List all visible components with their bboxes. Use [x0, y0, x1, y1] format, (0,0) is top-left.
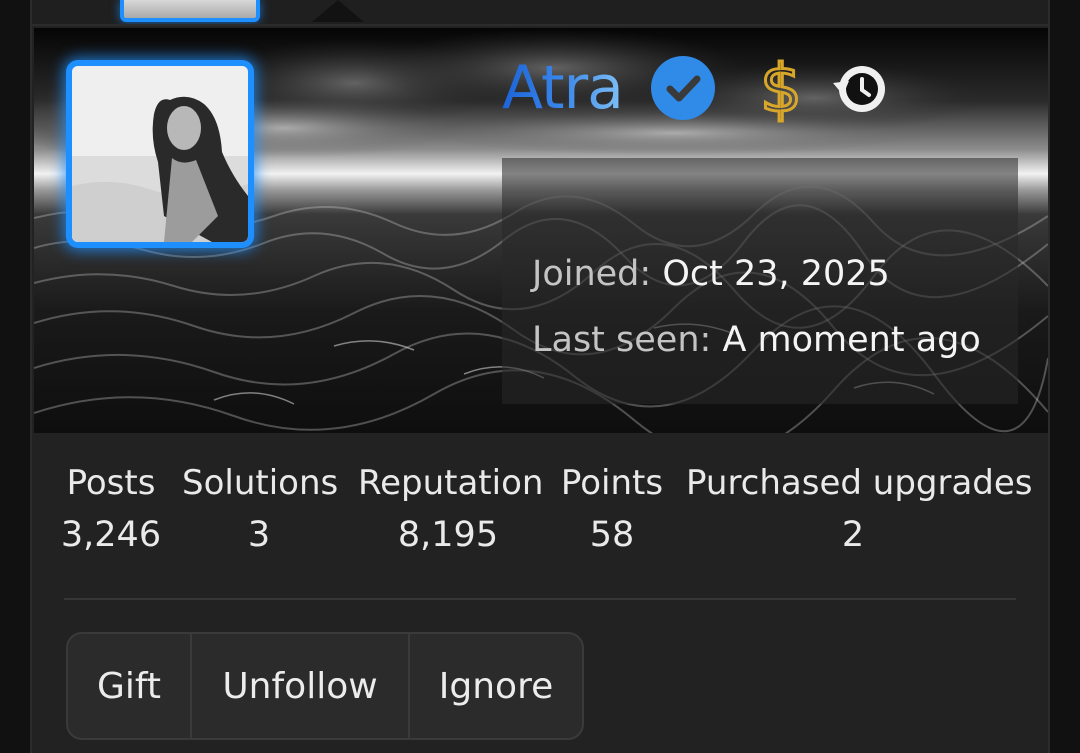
stat-value: 2 — [841, 515, 865, 555]
verified-check-icon — [650, 56, 715, 120]
joined-date: Oct 23, 2025 — [662, 254, 890, 294]
previous-avatar-thumbnail — [120, 0, 260, 22]
last-seen-label: Last seen: — [532, 320, 712, 360]
stat-value: 3,246 — [60, 515, 162, 555]
svg-text:$: $ — [760, 53, 802, 123]
page-left-margin — [0, 0, 30, 753]
stat-value: 58 — [589, 515, 635, 555]
member-stats: Posts 3,246 Solutions 3 Reputation 8,195… — [32, 466, 1048, 566]
section-divider — [64, 598, 1016, 600]
stat-purchased-upgrades[interactable]: Purchased upgrades 2 — [686, 463, 1033, 555]
stat-solutions[interactable]: Solutions 3 — [182, 463, 339, 555]
stat-value: 8,195 — [397, 515, 499, 555]
stat-value: 3 — [247, 515, 271, 555]
stat-label: Purchased upgrades — [686, 463, 1033, 503]
profile-page: Atra $ Joined: Oct 23, 2025 Last seen: A… — [0, 0, 1080, 753]
member-info-panel: Joined: Oct 23, 2025 Last seen: A moment… — [502, 158, 1018, 404]
previous-card-edge — [30, 0, 1050, 26]
member-profile-card: Atra $ Joined: Oct 23, 2025 Last seen: A… — [30, 24, 1050, 753]
gift-button[interactable]: Gift — [68, 634, 192, 738]
username-row: Atra $ — [502, 48, 889, 128]
last-seen-value[interactable]: A moment ago — [722, 320, 980, 360]
last-seen-row: Last seen: A moment ago — [532, 320, 981, 360]
stat-label: Solutions — [182, 463, 339, 503]
member-actions: Gift Unfollow Ignore — [66, 632, 584, 740]
stat-posts[interactable]: Posts 3,246 — [60, 466, 162, 553]
stat-label: Posts — [66, 463, 156, 503]
username[interactable]: Atra — [502, 58, 624, 118]
stat-label: Points — [560, 463, 664, 503]
avatar-photo — [72, 66, 248, 242]
joined-row: Joined: Oct 23, 2025 — [532, 254, 890, 294]
tooltip-caret — [312, 0, 364, 22]
dollar-sign-icon: $ — [758, 53, 803, 123]
page-right-margin — [1050, 0, 1080, 753]
stat-reputation[interactable]: Reputation 8,195 — [358, 463, 544, 555]
profile-avatar[interactable] — [66, 60, 254, 248]
unfollow-button[interactable]: Unfollow — [192, 634, 410, 738]
joined-label: Joined: — [532, 254, 652, 294]
stat-label: Reputation — [358, 463, 544, 503]
stat-points[interactable]: Points 58 — [558, 466, 666, 553]
ignore-button[interactable]: Ignore — [410, 634, 582, 738]
history-icon — [832, 66, 885, 112]
